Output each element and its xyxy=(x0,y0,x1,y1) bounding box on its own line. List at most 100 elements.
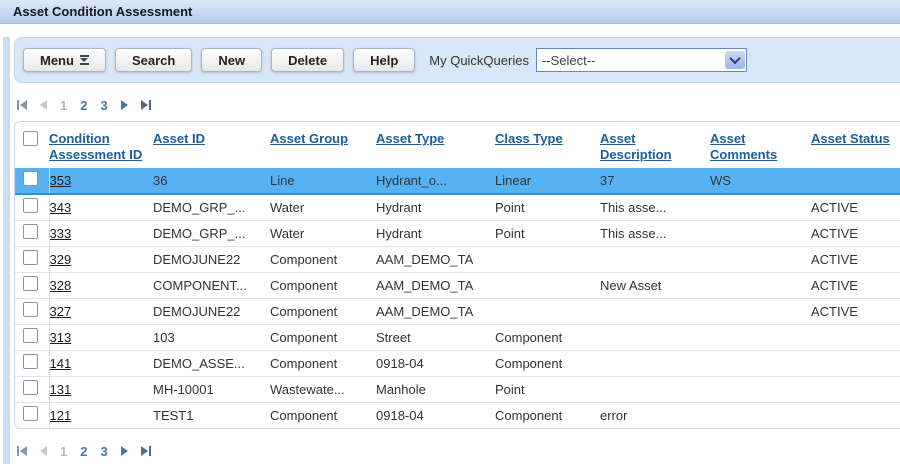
header-asset-comments[interactable]: Asset Comments xyxy=(710,131,777,162)
dropdown-arrow-icon[interactable] xyxy=(725,51,745,69)
cell-comments xyxy=(710,299,811,325)
new-button[interactable]: New xyxy=(201,48,262,72)
cell-type: AAM_DEMO_TA xyxy=(376,247,495,273)
row-id-link[interactable]: 141 xyxy=(50,356,72,371)
menu-button-label: Menu xyxy=(40,53,74,68)
row-checkbox[interactable] xyxy=(23,198,38,213)
row-checkbox[interactable] xyxy=(23,276,38,291)
cell-group: Wastewate... xyxy=(270,377,376,403)
row-id-link[interactable]: 329 xyxy=(50,252,72,267)
select-all-checkbox[interactable] xyxy=(23,131,38,146)
page-2-link[interactable]: 2 xyxy=(80,98,87,113)
page-number-current: 1 xyxy=(60,98,67,113)
page-2-link[interactable]: 2 xyxy=(80,444,87,459)
last-page-icon[interactable] xyxy=(141,446,151,456)
header-asset-group[interactable]: Asset Group xyxy=(270,131,348,146)
next-page-icon[interactable] xyxy=(121,100,128,110)
table-row[interactable]: 328COMPONENT...ComponentAAM_DEMO_TANew A… xyxy=(15,273,900,299)
cell-desc xyxy=(600,351,710,377)
page-title: Asset Condition Assessment xyxy=(13,4,192,19)
row-id-link[interactable]: 343 xyxy=(50,200,72,215)
row-checkbox[interactable] xyxy=(23,328,38,343)
first-page-icon[interactable] xyxy=(17,100,27,110)
row-id-link[interactable]: 327 xyxy=(50,304,72,319)
header-condition-assessment-id[interactable]: Condition Assessment ID xyxy=(49,131,142,162)
cell-asset_id: DEMO_ASSE... xyxy=(153,351,270,377)
cell-condition-assessment-id: 353 xyxy=(49,168,153,194)
first-page-icon[interactable] xyxy=(17,446,27,456)
menu-button[interactable]: Menu xyxy=(23,48,106,72)
quickqueries-select[interactable]: --Select-- xyxy=(536,48,747,72)
cell-class: Point xyxy=(495,194,600,221)
cell-asset_id: COMPONENT... xyxy=(153,273,270,299)
row-id-link[interactable]: 121 xyxy=(50,408,72,423)
table-row[interactable]: 329DEMOJUNE22ComponentAAM_DEMO_TAACTIVE xyxy=(15,247,900,273)
table-row[interactable]: 343DEMO_GRP_...WaterHydrantPointThis ass… xyxy=(15,194,900,221)
delete-button[interactable]: Delete xyxy=(271,48,344,72)
content-area: Menu Search New Delete Help My QuickQuer… xyxy=(3,37,900,464)
page-3-link[interactable]: 3 xyxy=(100,444,107,459)
help-button[interactable]: Help xyxy=(353,48,415,72)
table-row[interactable]: 333DEMO_GRP_...WaterHydrantPointThis ass… xyxy=(15,221,900,247)
row-id-link[interactable]: 333 xyxy=(50,226,72,241)
header-asset-status[interactable]: Asset Status xyxy=(811,131,890,146)
next-page-icon[interactable] xyxy=(121,446,128,456)
prev-page-icon[interactable] xyxy=(40,446,47,456)
row-checkbox[interactable] xyxy=(23,250,38,265)
cell-condition-assessment-id: 313 xyxy=(49,325,153,351)
cell-desc xyxy=(600,325,710,351)
window-title-bar: Asset Condition Assessment xyxy=(0,0,900,24)
cell-asset_id: 36 xyxy=(153,168,270,194)
header-asset-description[interactable]: Asset Description xyxy=(600,131,672,162)
table-row[interactable]: 121TEST1Component0918-04Componenterror xyxy=(15,403,900,429)
page-3-link[interactable]: 3 xyxy=(100,98,107,113)
row-checkbox[interactable] xyxy=(23,406,38,421)
row-checkbox-cell xyxy=(15,377,49,403)
cell-type: Manhole xyxy=(376,377,495,403)
search-button[interactable]: Search xyxy=(115,48,192,72)
cell-condition-assessment-id: 131 xyxy=(49,377,153,403)
cell-group: Water xyxy=(270,221,376,247)
row-id-link[interactable]: 313 xyxy=(50,330,72,345)
table-row[interactable]: 35336LineHydrant_o...Linear37WS xyxy=(15,168,900,194)
page-number-current: 1 xyxy=(60,444,67,459)
pagination-top: 1 2 3 xyxy=(17,98,900,112)
cell-class: Linear xyxy=(495,168,600,194)
cell-type: Hydrant xyxy=(376,221,495,247)
header-class-type[interactable]: Class Type xyxy=(495,131,563,146)
table-row[interactable]: 131MH-10001Wastewate...ManholePoint xyxy=(15,377,900,403)
cell-asset_id: DEMOJUNE22 xyxy=(153,299,270,325)
header-asset-type[interactable]: Asset Type xyxy=(376,131,444,146)
table-row[interactable]: 313103ComponentStreetComponent xyxy=(15,325,900,351)
cell-condition-assessment-id: 329 xyxy=(49,247,153,273)
table-row[interactable]: 327DEMOJUNE22ComponentAAM_DEMO_TAACTIVE xyxy=(15,299,900,325)
row-checkbox[interactable] xyxy=(23,302,38,317)
cell-comments xyxy=(710,221,811,247)
last-page-icon[interactable] xyxy=(141,100,151,110)
cell-class: Point xyxy=(495,377,600,403)
row-id-link[interactable]: 353 xyxy=(50,173,72,188)
row-checkbox[interactable] xyxy=(23,354,38,369)
row-checkbox[interactable] xyxy=(23,171,38,186)
cell-status: ACTIVE xyxy=(811,194,900,221)
table-row[interactable]: 141DEMO_ASSE...Component0918-04Component xyxy=(15,351,900,377)
cell-condition-assessment-id: 328 xyxy=(49,273,153,299)
cell-group: Component xyxy=(270,299,376,325)
cell-group: Component xyxy=(270,273,376,299)
row-checkbox[interactable] xyxy=(23,224,38,239)
cell-comments: WS xyxy=(710,168,811,194)
cell-asset_id: DEMO_GRP_... xyxy=(153,194,270,221)
row-id-link[interactable]: 131 xyxy=(50,382,72,397)
row-checkbox-cell xyxy=(15,221,49,247)
cell-group: Component xyxy=(270,325,376,351)
cell-desc: 37 xyxy=(600,168,710,194)
header-asset-id[interactable]: Asset ID xyxy=(153,131,205,146)
row-id-link[interactable]: 328 xyxy=(50,278,72,293)
cell-type: Street xyxy=(376,325,495,351)
cell-comments xyxy=(710,351,811,377)
prev-page-icon[interactable] xyxy=(40,100,47,110)
cell-asset_id: DEMO_GRP_... xyxy=(153,221,270,247)
cell-status xyxy=(811,351,900,377)
row-checkbox[interactable] xyxy=(23,380,38,395)
row-checkbox-cell xyxy=(15,168,49,194)
